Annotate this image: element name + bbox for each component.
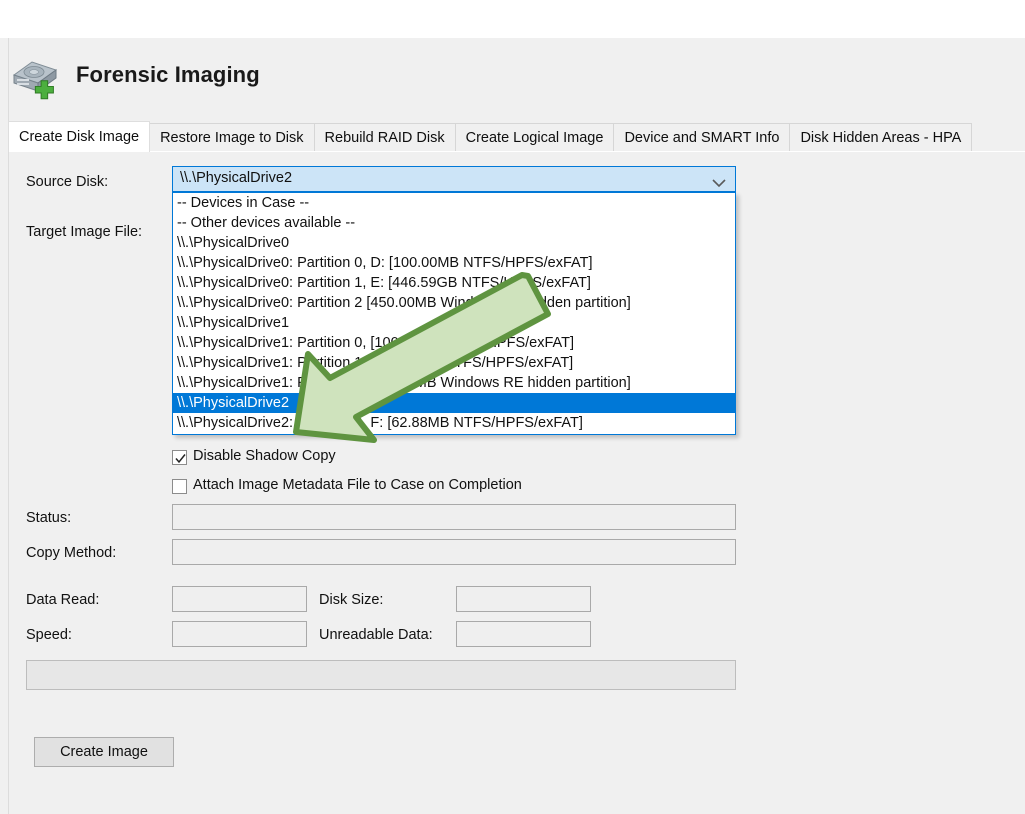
page-header: Forensic Imaging xyxy=(0,38,1025,118)
create-image-button[interactable]: Create Image xyxy=(34,737,174,767)
dropdown-option[interactable]: \\.\PhysicalDrive2: Partition 0, F: [62.… xyxy=(173,413,735,433)
unreadable-data-label: Unreadable Data: xyxy=(319,627,433,643)
progress-bar xyxy=(26,660,736,690)
disable-shadow-copy-checkbox[interactable]: Disable Shadow Copy xyxy=(172,448,532,468)
status-field xyxy=(172,504,736,530)
dropdown-option[interactable]: \\.\PhysicalDrive1: Partition 2 [450.00M… xyxy=(173,373,735,393)
checkbox-box[interactable] xyxy=(172,479,187,494)
data-read-label: Data Read: xyxy=(26,592,100,608)
unreadable-data-field xyxy=(456,621,591,647)
tab-create-logical-image[interactable]: Create Logical Image xyxy=(454,123,615,152)
dropdown-option[interactable]: \\.\PhysicalDrive0: Partition 2 [450.00M… xyxy=(173,293,735,313)
source-disk-combo[interactable]: \\.\PhysicalDrive2 xyxy=(172,166,736,192)
source-disk-label: Source Disk: xyxy=(26,174,109,190)
source-disk-combo-value: \\.\PhysicalDrive2 xyxy=(180,170,293,186)
attach-image-metadata-checkbox[interactable]: Attach Image Metadata File to Case on Co… xyxy=(172,477,602,497)
dropdown-option[interactable]: \\.\PhysicalDrive1: Partition 0, [100.00… xyxy=(173,333,735,353)
speed-label: Speed: xyxy=(26,627,72,643)
data-read-field xyxy=(172,586,307,612)
forensic-imaging-window: Forensic Imaging Create Disk Image Restor… xyxy=(0,0,1025,814)
tab-label: Restore Image to Disk xyxy=(160,130,304,146)
disk-size-label: Disk Size: xyxy=(319,592,384,608)
disk-size-field xyxy=(456,586,591,612)
tab-label: Rebuild RAID Disk xyxy=(324,130,445,146)
tab-rebuild-raid-disk[interactable]: Rebuild RAID Disk xyxy=(313,123,456,152)
target-image-file-label: Target Image File: xyxy=(26,224,143,240)
tab-disk-hidden-areas-hpa[interactable]: Disk Hidden Areas - HPA xyxy=(789,123,973,152)
tab-strip: Create Disk Image Restore Image to Disk Re… xyxy=(8,121,1025,152)
checkbox-label: Disable Shadow Copy xyxy=(193,448,336,464)
page-title: Forensic Imaging xyxy=(76,62,260,87)
dropdown-option[interactable]: \\.\PhysicalDrive2 xyxy=(173,393,735,413)
tab-create-disk-image[interactable]: Create Disk Image xyxy=(8,121,151,152)
dropdown-option[interactable]: \\.\PhysicalDrive0: Partition 0, D: [100… xyxy=(173,253,735,273)
copy-method-field xyxy=(172,539,736,565)
checkbox-box[interactable] xyxy=(172,450,187,465)
speed-field xyxy=(172,621,307,647)
copy-method-label: Copy Method: xyxy=(26,545,117,561)
dropdown-option[interactable]: \\.\PhysicalDrive1: Partition 1, [223.03… xyxy=(173,353,735,373)
source-disk-dropdown-list[interactable]: -- Devices in Case -- -- Other devices av… xyxy=(172,192,736,435)
tab-label: Disk Hidden Areas - HPA xyxy=(800,130,962,146)
tab-label: Create Disk Image xyxy=(19,129,140,145)
checkmark-icon xyxy=(173,451,188,466)
panel-left-divider xyxy=(8,38,9,814)
create-disk-image-panel: Source Disk: Target Image File: \\.\Phys… xyxy=(20,152,1025,814)
tab-device-and-smart-info[interactable]: Device and SMART Info xyxy=(613,123,791,152)
dropdown-option[interactable]: -- Other devices available -- xyxy=(173,213,735,233)
checkbox-label: Attach Image Metadata File to Case on Co… xyxy=(193,477,522,493)
tab-restore-image-to-disk[interactable]: Restore Image to Disk xyxy=(149,123,315,152)
dropdown-option[interactable]: \\.\PhysicalDrive0 xyxy=(173,233,735,253)
dropdown-option[interactable]: \\.\PhysicalDrive1 xyxy=(173,313,735,333)
tab-label: Create Logical Image xyxy=(465,130,604,146)
dropdown-option[interactable]: \\.\PhysicalDrive0: Partition 1, E: [446… xyxy=(173,273,735,293)
dropdown-option[interactable]: -- Devices in Case -- xyxy=(173,193,735,213)
tab-label: Device and SMART Info xyxy=(624,130,780,146)
hard-disk-add-icon xyxy=(10,56,62,100)
chevron-down-icon[interactable] xyxy=(711,175,727,188)
status-label: Status: xyxy=(26,510,72,526)
